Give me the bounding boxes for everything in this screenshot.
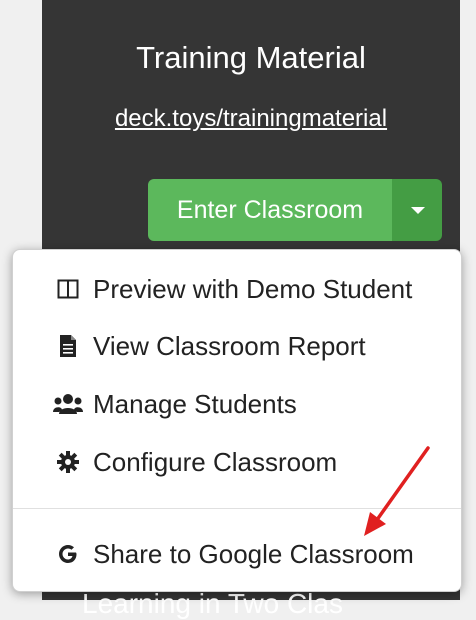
menu-item-manage-students[interactable]: Manage Students [53,384,297,424]
users-icon [53,391,83,417]
annotation-arrow-icon [364,446,430,536]
google-icon [53,541,83,567]
columns-icon [53,276,83,302]
classroom-link[interactable]: deck.toys/trainingmaterial [42,105,460,133]
menu-item-label: View Classroom Report [93,330,366,361]
menu-item-label: Configure Classroom [93,446,338,477]
caret-down-icon [410,206,425,214]
menu-item-label: Preview with Demo Student [93,273,413,304]
card-title: Training Material [136,40,366,75]
enter-classroom-split-button: Enter Classroom [148,179,442,241]
dropdown-toggle-button[interactable] [393,179,442,241]
classroom-dropdown-menu: Preview with Demo Student View Classroom… [12,249,462,592]
menu-item-label: Share to Google Classroom [93,538,414,569]
menu-item-configure-classroom[interactable]: Configure Classroom [53,442,337,482]
gear-icon [53,449,83,475]
menu-item-share-google-classroom[interactable]: Share to Google Classroom [53,534,414,574]
menu-item-label: Manage Students [93,388,297,419]
enter-classroom-button[interactable]: Enter Classroom [148,179,393,241]
menu-item-view-report[interactable]: View Classroom Report [53,326,366,366]
menu-item-preview-demo[interactable]: Preview with Demo Student [53,269,412,309]
document-icon [53,333,83,359]
card-bottom-text: Learning in Two Clas [82,588,343,619]
